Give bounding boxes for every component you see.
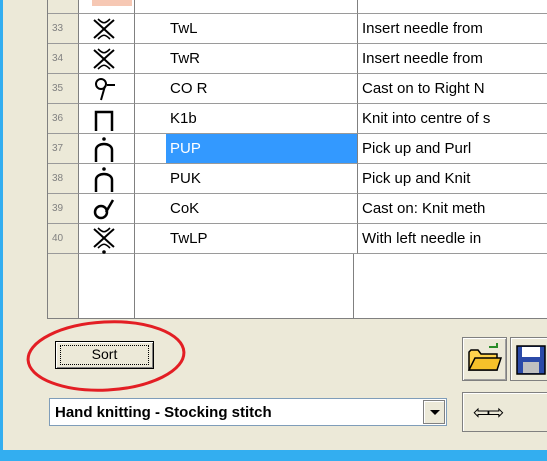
row-number: 33 [48,14,79,44]
row-number: 40 [48,224,79,254]
table-row-selected[interactable]: 37 PUP Pick up and Purl [48,134,547,164]
table-row[interactable]: 34 TwR Insert needle from [48,44,547,74]
symbol-cell[interactable] [79,14,135,44]
open-folder-button[interactable] [462,337,507,381]
symbol-cell[interactable] [79,164,135,194]
table-row[interactable]: 35 CO R Cast on to Right N [48,74,547,104]
description-cell[interactable]: Cast on to Right N [358,74,547,104]
abbreviation-cell[interactable]: PUK [166,164,358,194]
row-number: 38 [48,164,79,194]
twist-x-dot-icon [93,227,115,254]
table-row-empty [48,254,547,318]
symbol-cell[interactable] [79,194,135,224]
stitch-table: 33 TwL Insert needle from 34 TwR Insert … [47,0,547,319]
row-number: 39 [48,194,79,224]
twist-x-icon [93,18,115,40]
row-number: 34 [48,44,79,74]
description-cell[interactable]: Cast on: Knit meth [358,194,547,224]
abbreviation-cell[interactable]: PUP [166,134,358,164]
left-right-arrows-icon: ⇦⇨ [473,402,504,424]
save-disk-icon [516,345,546,375]
arch-dot-icon [94,137,114,162]
swap-direction-button[interactable]: ⇦⇨ [462,392,547,432]
abbreviation-cell[interactable]: K1b [166,104,358,134]
table-row[interactable]: 40 TwLP With left needle in [48,224,547,254]
abbreviation-cell[interactable]: TwR [166,44,358,74]
table-row[interactable]: 38 PUK Pick up and Knit [48,164,547,194]
sort-button[interactable]: Sort [55,341,154,369]
arch-dot-icon [94,167,114,192]
row-number: 35 [48,74,79,104]
abbreviation-cell[interactable]: TwL [166,14,358,44]
table-row[interactable]: 33 TwL Insert needle from [48,14,547,44]
stitch-panel: 33 TwL Insert needle from 34 TwR Insert … [3,0,547,450]
square-bracket-icon [94,110,114,131]
cast-on-right-icon [95,78,115,101]
row-number: 37 [48,134,79,164]
symbol-cell[interactable] [79,224,135,254]
knitting-style-select[interactable]: Hand knitting - Stocking stitch [49,398,447,426]
abbreviation-cell[interactable]: CoK [166,194,358,224]
knitting-style-value: Hand knitting - Stocking stitch [55,404,272,421]
row-number: 36 [48,104,79,134]
abbreviation-cell[interactable]: CO R [166,74,358,104]
sort-button-label: Sort [91,346,118,362]
description-cell[interactable]: Knit into centre of s [358,104,547,134]
open-folder-icon [467,343,503,371]
description-cell[interactable]: Insert needle from [358,14,547,44]
symbol-cell[interactable] [79,44,135,74]
description-cell[interactable]: Pick up and Purl [358,134,547,164]
cast-on-knit-icon [93,199,115,220]
save-button[interactable] [510,337,547,381]
description-cell[interactable]: Insert needle from [358,44,547,74]
table-row[interactable]: 39 CoK Cast on: Knit meth [48,194,547,224]
symbol-cell[interactable] [79,134,135,164]
symbol-cell[interactable] [79,74,135,104]
chevron-down-icon[interactable] [423,400,445,424]
abbreviation-cell[interactable]: TwLP [166,224,358,254]
description-cell[interactable]: With left needle in [358,224,547,254]
symbol-cell[interactable] [79,104,135,134]
partial-symbol [92,0,132,6]
description-cell[interactable]: Pick up and Knit [358,164,547,194]
twist-x-icon [93,48,115,70]
table-row[interactable]: 36 K1b Knit into centre of s [48,104,547,134]
